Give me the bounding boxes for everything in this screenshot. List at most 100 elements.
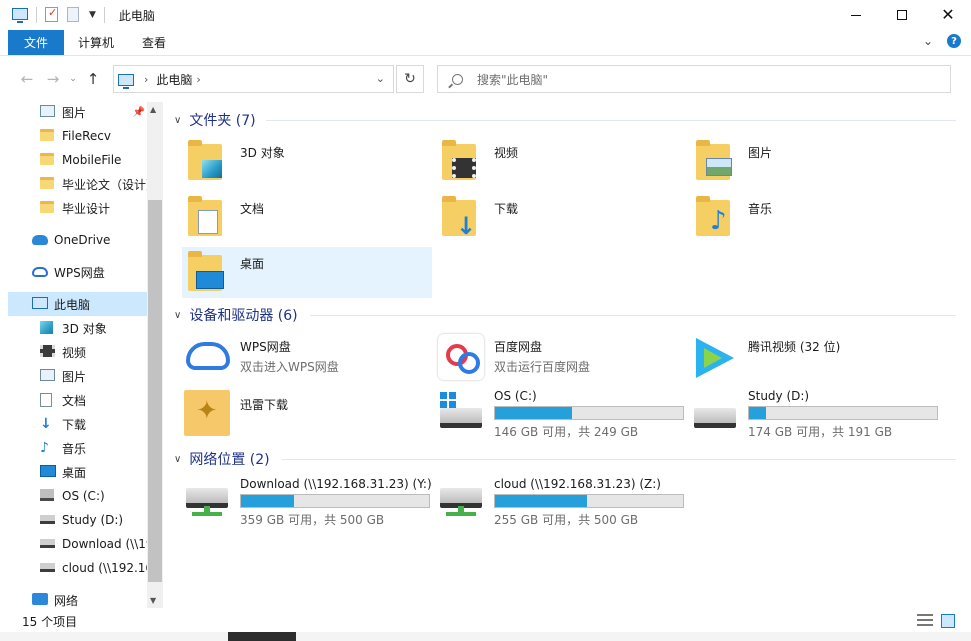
recent-locations-button[interactable]: ⌄ (66, 66, 80, 92)
breadcrumb-this-pc[interactable]: 此电脑 (156, 71, 192, 88)
desktop-icon (40, 465, 56, 479)
folder-tile-documents[interactable]: 文档 (184, 192, 434, 244)
tab-view[interactable]: 查看 (128, 30, 180, 55)
tile-subtitle: 255 GB 可用，共 500 GB (494, 513, 639, 527)
sidebar-item-filerecv[interactable]: FileRecv (8, 124, 163, 148)
tab-computer[interactable]: 计算机 (64, 30, 128, 55)
breadcrumb-separator-icon[interactable]: › (196, 73, 200, 86)
address-bar[interactable]: › 此电脑 › ⌄ (113, 65, 394, 93)
large-icons-view-icon[interactable] (941, 614, 955, 628)
sidebar-item-mobilefile[interactable]: MobileFile (8, 148, 163, 172)
sidebar-item-onedrive[interactable]: OneDrive (8, 228, 163, 252)
tile-subtitle: 146 GB 可用，共 249 GB (494, 425, 639, 439)
group-header-network[interactable]: ∨ 网络位置 (2) (174, 449, 270, 469)
sidebar-item-music[interactable]: ♪ 音乐 (8, 436, 163, 460)
folder-tile-music[interactable]: ♪ 音乐 (692, 192, 942, 244)
background-window-edge (0, 632, 971, 641)
minimize-button[interactable] (833, 0, 879, 30)
sidebar-item-label: 网络 (54, 593, 79, 608)
pictures-icon (40, 105, 56, 119)
drive-usage-fill (495, 495, 588, 507)
sidebar-scrollbar[interactable]: ▲ ▼ (147, 102, 163, 608)
device-tile-wps-drive[interactable]: WPS网盘 双击进入WPS网盘 (184, 332, 434, 384)
chevron-down-icon: ∨ (174, 453, 182, 465)
sidebar-item-thesis[interactable]: 毕业论文（设计） (8, 172, 163, 196)
pictures-folder-icon (692, 138, 740, 186)
tab-file[interactable]: 文件 (8, 30, 65, 55)
folder-tile-videos[interactable]: 视频 (438, 136, 688, 188)
new-folder-icon[interactable] (67, 7, 83, 23)
sidebar-item-downloads[interactable]: ↓ 下载 (8, 412, 163, 436)
sidebar-item-os-c[interactable]: OS (C:) (8, 484, 163, 508)
sidebar-item-videos[interactable]: 视频 (8, 340, 163, 364)
sidebar-item-documents[interactable]: 文档 (8, 388, 163, 412)
sidebar-item-label: 毕业论文（设计） (62, 177, 159, 192)
refresh-button[interactable]: ↻ (396, 65, 424, 93)
close-icon: ✕ (941, 5, 955, 24)
tile-label: Study (D:) (748, 389, 810, 403)
sidebar-item-this-pc[interactable]: 此电脑 (8, 292, 163, 316)
drive-icon (40, 513, 56, 527)
network-drive-icon (40, 537, 56, 551)
tile-label: 图片 (748, 146, 773, 160)
tile-label: 音乐 (748, 202, 773, 216)
folder-tile-3d-objects[interactable]: 3D 对象 (184, 136, 434, 188)
properties-icon[interactable] (45, 6, 61, 23)
desktop-folder-icon (184, 249, 232, 297)
address-dropdown-icon[interactable]: ⌄ (376, 72, 385, 85)
refresh-icon: ↻ (404, 71, 416, 87)
device-tile-xunlei[interactable]: 迅雷下载 (184, 388, 434, 440)
sidebar-item-study-d[interactable]: Study (D:) (8, 508, 163, 532)
tile-label: 桌面 (240, 257, 265, 271)
search-box[interactable]: 搜索"此电脑" (437, 65, 951, 93)
help-icon[interactable]: ? (947, 34, 961, 48)
maximize-button[interactable] (879, 0, 925, 30)
device-tile-tencent-video[interactable]: 腾讯视频 (32 位) (692, 332, 942, 384)
drive-tile-os-c[interactable]: OS (C:) 146 GB 可用，共 249 GB (438, 388, 688, 440)
maximize-icon (897, 10, 907, 20)
group-header-folders[interactable]: ∨ 文件夹 (7) (174, 110, 256, 130)
windows-drive-icon (40, 489, 56, 503)
folder-tile-pictures[interactable]: 图片 (692, 136, 942, 188)
forward-button[interactable]: → (40, 66, 66, 92)
sidebar-item-3d-objects[interactable]: 3D 对象 (8, 316, 163, 340)
sidebar-item-graduation-design[interactable]: 毕业设计 (8, 196, 163, 220)
tile-label: 文档 (240, 202, 265, 216)
tile-subtitle: 双击运行百度网盘 (494, 360, 591, 374)
scroll-down-icon[interactable]: ▼ (150, 596, 156, 605)
this-pc-icon (118, 73, 134, 89)
tile-subtitle: 174 GB 可用，共 191 GB (748, 425, 893, 439)
pin-icon: 📌 (132, 106, 145, 118)
back-button[interactable]: ← (14, 66, 40, 92)
this-pc-icon[interactable] (12, 7, 28, 23)
sidebar-item-label: FileRecv (62, 129, 111, 143)
customize-toolbar-icon[interactable]: ▼ (89, 10, 96, 20)
sidebar-item-cloud-z[interactable]: cloud (\\192.168.31.23) (Z:) (8, 556, 163, 580)
scroll-up-icon[interactable]: ▲ (150, 105, 156, 114)
network-drive-tile-download-y[interactable]: Download (\\192.168.31.23) (Y:) 359 GB 可… (184, 476, 434, 528)
folder-tile-desktop[interactable]: 桌面 (182, 247, 432, 298)
folder-tile-downloads[interactable]: ↓ 下载 (438, 192, 688, 244)
title-bar: ▼ 此电脑 ✕ (0, 0, 971, 30)
drive-usage-bar (748, 406, 938, 420)
sidebar-item-pictures-quick[interactable]: 图片 📌 (8, 100, 163, 124)
device-tile-baidu-netdisk[interactable]: 百度网盘 双击运行百度网盘 (438, 332, 688, 384)
expand-ribbon-icon[interactable]: ⌄ (923, 34, 933, 48)
sidebar-item-pictures[interactable]: 图片 (8, 364, 163, 388)
windows-drive-icon (438, 390, 486, 438)
sidebar-item-download-y[interactable]: Download (\\192.168.31.23) (Y:) (8, 532, 163, 556)
drive-tile-study-d[interactable]: Study (D:) 174 GB 可用，共 191 GB (692, 388, 942, 440)
details-view-icon[interactable] (917, 614, 933, 626)
scrollbar-thumb[interactable] (148, 200, 162, 582)
group-title: 文件夹 (7) (189, 113, 256, 129)
folder-icon (40, 129, 56, 143)
tile-label: 迅雷下载 (240, 398, 289, 412)
sidebar-item-network[interactable]: 网络 (8, 588, 163, 610)
group-header-devices[interactable]: ∨ 设备和驱动器 (6) (174, 305, 298, 325)
network-drive-tile-cloud-z[interactable]: cloud (\\192.168.31.23) (Z:) 255 GB 可用，共… (438, 476, 688, 528)
close-button[interactable]: ✕ (925, 0, 971, 30)
sidebar-item-wps-drive[interactable]: WPS网盘 (8, 260, 163, 284)
up-button[interactable]: ↑ (80, 66, 106, 92)
breadcrumb-separator-icon[interactable]: › (144, 73, 148, 86)
sidebar-item-desktop[interactable]: 桌面 (8, 460, 163, 484)
